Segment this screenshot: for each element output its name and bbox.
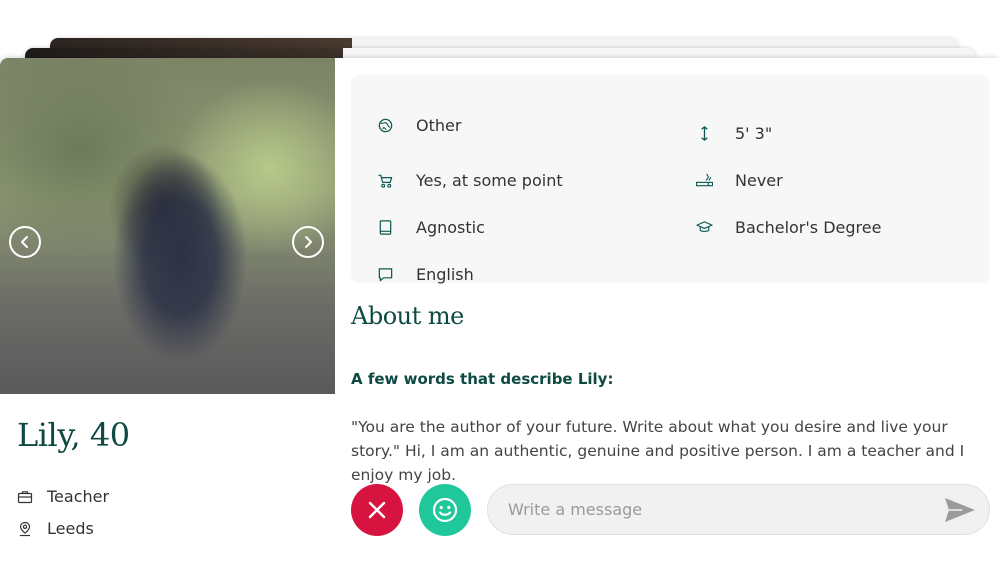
profile-details: Other 5' 3" Yes, at some point Never Agn… xyxy=(351,75,990,284)
message-box xyxy=(487,484,990,535)
smiley-icon xyxy=(432,497,458,523)
detail-ethnicity: Other xyxy=(375,115,461,135)
detail-children-value: Yes, at some point xyxy=(416,170,563,190)
graduation-cap-icon xyxy=(694,217,714,237)
smoking-icon xyxy=(694,170,714,190)
previous-photo-button[interactable] xyxy=(9,226,41,258)
detail-education: Bachelor's Degree xyxy=(694,217,881,237)
profile-photo xyxy=(0,58,335,394)
detail-language-value: English xyxy=(416,264,474,284)
detail-height: 5' 3" xyxy=(694,123,772,143)
message-input[interactable] xyxy=(508,485,928,534)
chevron-right-icon xyxy=(305,236,312,248)
book-icon xyxy=(375,217,395,237)
stroller-icon xyxy=(375,170,395,190)
detail-children: Yes, at some point xyxy=(375,170,563,190)
reject-button[interactable] xyxy=(351,484,403,536)
globe-icon xyxy=(375,115,395,135)
height-arrows-icon xyxy=(694,123,714,143)
close-icon xyxy=(368,501,386,519)
profile-location-label: Leeds xyxy=(47,519,94,538)
next-photo-button[interactable] xyxy=(292,226,324,258)
detail-religion: Agnostic xyxy=(375,217,485,237)
about-title: About me xyxy=(351,302,464,330)
chevron-left-icon xyxy=(21,236,28,248)
detail-education-value: Bachelor's Degree xyxy=(735,217,882,237)
profile-name-age: Lily, 40 xyxy=(17,416,130,454)
speech-bubble-icon xyxy=(375,264,395,284)
profile-job: Teacher xyxy=(17,487,109,506)
send-button[interactable] xyxy=(944,495,976,525)
profile-job-label: Teacher xyxy=(47,487,110,506)
profile-location: Leeds xyxy=(17,519,94,538)
location-pin-icon xyxy=(17,521,33,537)
detail-smoking-value: Never xyxy=(735,170,783,190)
detail-language: English xyxy=(375,264,474,284)
like-button[interactable] xyxy=(419,484,471,536)
detail-ethnicity-value: Other xyxy=(416,115,462,135)
about-subtitle: A few words that describe Lily: xyxy=(351,370,614,388)
about-text: "You are the author of your future. Writ… xyxy=(351,418,965,484)
detail-religion-value: Agnostic xyxy=(416,217,485,237)
briefcase-icon xyxy=(17,489,33,505)
profile-card: Lily, 40 Teacher Leeds Other 5' 3" Yes, … xyxy=(0,58,999,561)
send-icon xyxy=(945,498,975,522)
detail-smoking: Never xyxy=(694,170,783,190)
detail-height-value: 5' 3" xyxy=(735,123,773,143)
